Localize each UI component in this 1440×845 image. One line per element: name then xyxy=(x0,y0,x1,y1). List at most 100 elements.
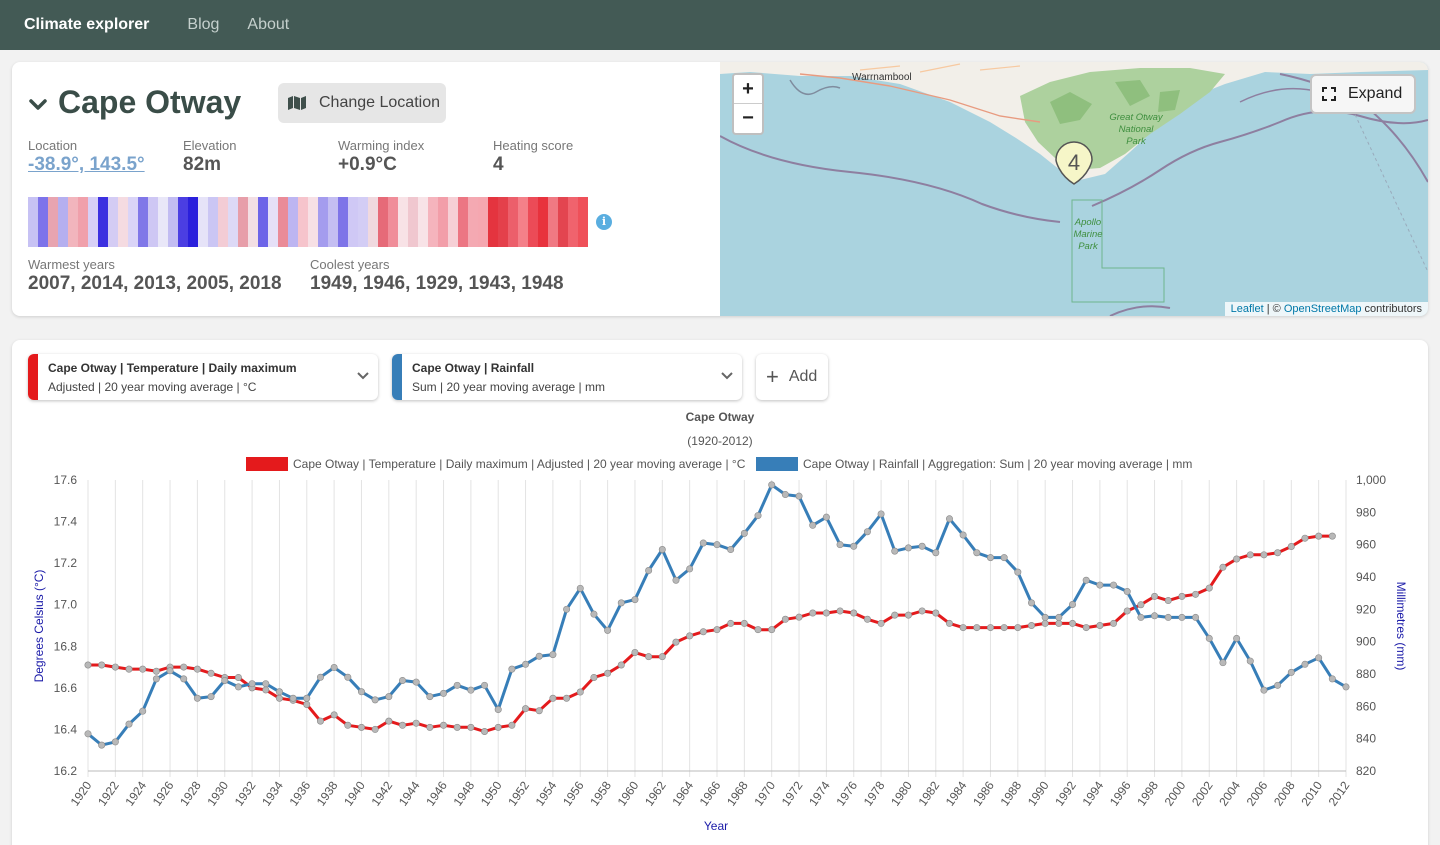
data-point xyxy=(139,665,147,673)
y-tick-left: 17.4 xyxy=(54,515,78,529)
data-point xyxy=(891,611,899,619)
data-point xyxy=(453,723,461,731)
x-tick-label: 1954 xyxy=(533,778,560,808)
data-point xyxy=(1069,600,1077,608)
data-point xyxy=(303,700,311,708)
data-point xyxy=(193,694,201,702)
data-point xyxy=(1301,660,1309,668)
data-point xyxy=(754,626,762,634)
data-point xyxy=(713,541,721,549)
data-point xyxy=(604,669,612,677)
data-point xyxy=(576,584,584,592)
data-point xyxy=(1260,551,1268,559)
data-point xyxy=(740,619,748,627)
x-tick-label: 1920 xyxy=(68,778,95,808)
data-point xyxy=(152,667,160,675)
data-point xyxy=(850,542,858,550)
data-point xyxy=(1246,657,1254,665)
data-point xyxy=(316,717,324,725)
x-tick-label: 1972 xyxy=(779,778,806,808)
data-point xyxy=(1082,576,1090,584)
data-point xyxy=(836,541,844,549)
data-point xyxy=(426,723,434,731)
data-point xyxy=(645,567,653,575)
data-point xyxy=(1178,613,1186,621)
data-point xyxy=(357,688,365,696)
data-point xyxy=(330,664,338,672)
data-point xyxy=(1041,619,1049,627)
data-point xyxy=(262,680,270,688)
y-tick-right: 980 xyxy=(1356,505,1376,519)
data-point xyxy=(986,554,994,562)
data-point xyxy=(98,661,106,669)
data-point xyxy=(316,673,324,681)
data-point xyxy=(1315,654,1323,662)
data-point xyxy=(768,481,776,489)
data-point xyxy=(1055,619,1063,627)
data-point xyxy=(494,706,502,714)
data-point xyxy=(945,619,953,627)
data-point xyxy=(508,721,516,729)
data-point xyxy=(84,661,92,669)
data-point xyxy=(1178,592,1186,600)
data-point xyxy=(549,651,557,659)
y-tick-right: 920 xyxy=(1356,602,1376,616)
x-tick-label: 1952 xyxy=(505,778,532,808)
y-tick-left: 16.6 xyxy=(54,681,78,695)
data-point xyxy=(768,626,776,634)
data-point xyxy=(234,683,242,691)
x-tick-label: 2006 xyxy=(1244,778,1271,808)
data-point xyxy=(481,728,489,736)
data-point xyxy=(180,675,188,683)
data-point xyxy=(563,605,571,613)
y-tick-left: 17.2 xyxy=(54,556,78,570)
x-tick-label: 2002 xyxy=(1189,778,1216,808)
data-point xyxy=(1123,607,1131,615)
data-point xyxy=(1301,534,1309,542)
data-point xyxy=(1219,659,1227,667)
x-tick-label: 1944 xyxy=(396,778,423,808)
data-point xyxy=(440,721,448,729)
y-tick-left: 16.8 xyxy=(54,639,78,653)
data-point xyxy=(822,513,830,521)
x-tick-label: 1998 xyxy=(1134,778,1161,808)
data-point xyxy=(617,661,625,669)
data-point xyxy=(590,673,598,681)
data-point xyxy=(453,681,461,689)
data-point xyxy=(125,665,133,673)
data-point xyxy=(344,673,352,681)
data-point xyxy=(1328,532,1336,540)
data-point xyxy=(1205,584,1213,592)
data-point xyxy=(563,694,571,702)
data-point xyxy=(1260,686,1268,694)
data-point xyxy=(1069,619,1077,627)
data-point xyxy=(221,676,229,684)
data-point xyxy=(1233,555,1241,563)
data-point xyxy=(207,693,215,701)
data-point xyxy=(590,610,598,618)
data-point xyxy=(371,696,379,704)
legend-swatch xyxy=(246,457,288,471)
x-tick-label: 1992 xyxy=(1052,778,1079,808)
data-point xyxy=(945,515,953,523)
data-point xyxy=(809,609,817,617)
data-point xyxy=(959,531,967,539)
data-point xyxy=(672,638,680,646)
data-point xyxy=(111,663,119,671)
data-point xyxy=(440,689,448,697)
data-point xyxy=(385,693,393,701)
data-point xyxy=(1151,612,1159,620)
data-point xyxy=(850,609,858,617)
data-point xyxy=(426,693,434,701)
data-point xyxy=(262,686,270,694)
x-tick-label: 1960 xyxy=(615,778,642,808)
data-point xyxy=(1151,592,1159,600)
legend-label: Cape Otway | Rainfall | Aggregation: Sum… xyxy=(803,457,1192,471)
data-point xyxy=(303,694,311,702)
data-point xyxy=(289,694,297,702)
y-tick-left: 17.0 xyxy=(54,598,78,612)
data-point xyxy=(1014,624,1022,632)
y-tick-right: 860 xyxy=(1356,699,1376,713)
series-line-temperature xyxy=(88,534,1333,733)
data-point xyxy=(863,615,871,623)
